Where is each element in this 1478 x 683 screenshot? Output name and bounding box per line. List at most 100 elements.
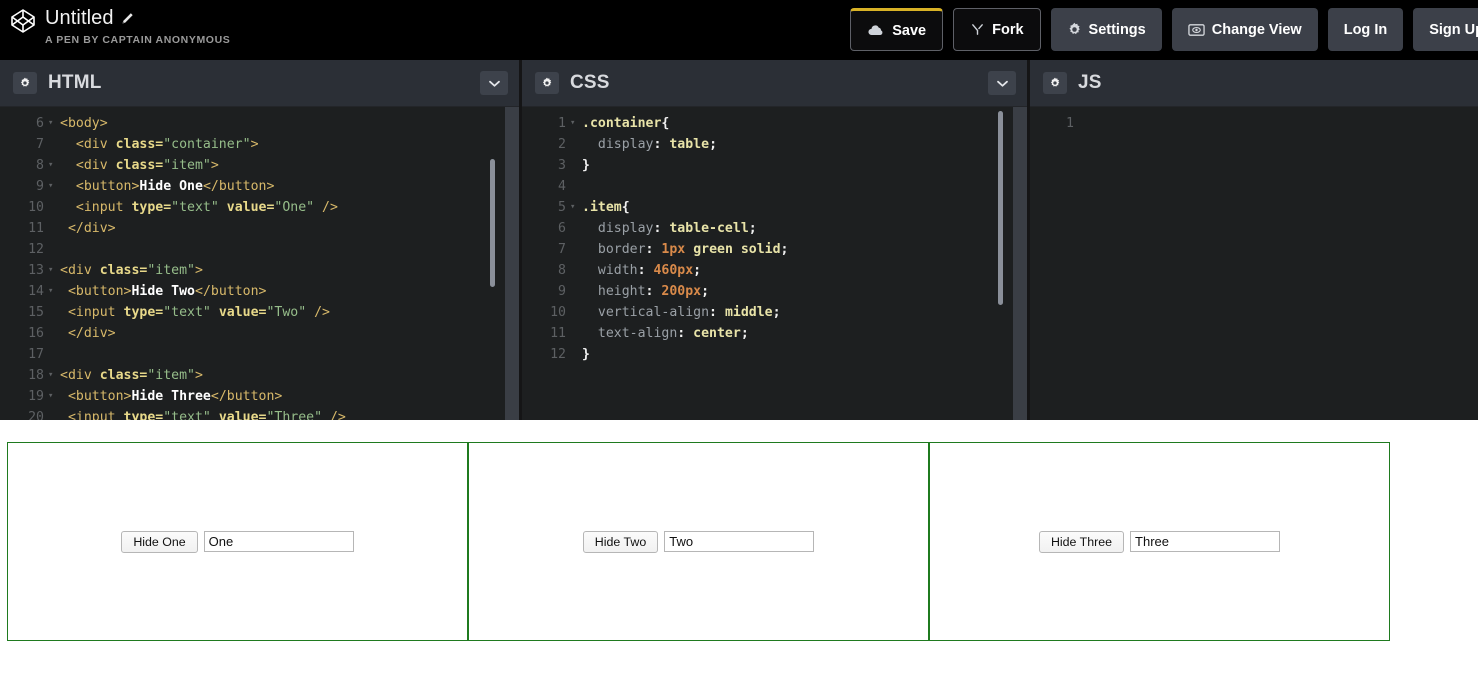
fold-marker-icon (48, 344, 60, 365)
code-line: 6 display: table-cell; (522, 218, 1027, 239)
fold-marker-icon (570, 176, 582, 197)
line-number: 20 (28, 410, 44, 420)
code-text: </div> (60, 326, 116, 341)
fold-marker-icon[interactable]: ▾ (570, 197, 582, 218)
pencil-icon[interactable] (121, 12, 134, 25)
line-number: 10 (28, 200, 44, 215)
fold-marker-icon[interactable]: ▾ (570, 113, 582, 134)
eye-box-icon (1188, 23, 1205, 37)
scrollbar-thumb-html[interactable] (490, 159, 495, 287)
text-input[interactable] (203, 530, 354, 552)
line-number: 11 (28, 221, 44, 236)
fold-marker-icon[interactable]: ▾ (48, 155, 60, 176)
chevron-down-icon[interactable] (988, 71, 1016, 95)
pane-title-js: JS (1078, 72, 1102, 93)
line-number: 3 (558, 158, 566, 173)
code-text: } (582, 158, 590, 173)
fork-button[interactable]: Fork (953, 8, 1041, 51)
fold-marker-icon (1078, 113, 1090, 134)
sign-up-button[interactable]: Sign Up (1413, 8, 1478, 51)
fold-marker-icon (48, 407, 60, 420)
code-line: 11 text-align: center; (522, 323, 1027, 344)
pane-title-html: HTML (48, 72, 102, 93)
line-number: 12 (550, 347, 566, 362)
change-view-button[interactable]: Change View (1171, 8, 1318, 51)
code-line: 7 border: 1px green solid; (522, 239, 1027, 260)
fold-marker-icon (570, 155, 582, 176)
text-input[interactable] (664, 530, 815, 552)
code-text: <input type="text" value="One" /> (60, 200, 338, 215)
gear-icon[interactable] (1043, 72, 1067, 94)
pane-header-css: CSS (522, 60, 1027, 107)
fold-marker-icon[interactable]: ▾ (48, 260, 60, 281)
scrollbar-thumb-css[interactable] (998, 111, 1003, 305)
save-button-label: Save (892, 22, 927, 39)
code-line: 8 width: 460px; (522, 260, 1027, 281)
code-text: text-align: center; (582, 326, 749, 341)
fold-marker-icon (570, 302, 582, 323)
code-text: <input type="text" value="Three" /> (60, 410, 346, 420)
topbar-actions: Save Fork Settings Change View Log In Si… (850, 0, 1478, 51)
code-line: 2 display: table; (522, 134, 1027, 155)
save-button[interactable]: Save (850, 8, 944, 51)
settings-button-label: Settings (1088, 21, 1146, 38)
fold-marker-icon (48, 218, 60, 239)
fold-marker-icon[interactable]: ▾ (48, 113, 60, 134)
code-line: 1 (1030, 113, 1478, 134)
code-text: .item{ (582, 200, 630, 215)
fold-marker-icon[interactable]: ▾ (48, 386, 60, 407)
gear-icon[interactable] (535, 72, 559, 94)
line-number: 16 (28, 326, 44, 341)
code-text: width: 460px; (582, 263, 702, 278)
pane-title-css: CSS (570, 72, 610, 93)
line-number: 18 (28, 368, 44, 383)
pane-js: JS 1 (1030, 60, 1478, 420)
hide-button[interactable]: Hide Two (582, 530, 659, 553)
code-text: } (582, 347, 590, 362)
code-text: <div class="item"> (60, 263, 203, 278)
preview-item: Hide Three (929, 442, 1390, 641)
line-number: 2 (558, 137, 566, 152)
line-number: 8 (36, 158, 44, 173)
line-number: 6 (558, 221, 566, 236)
fold-marker-icon[interactable]: ▾ (48, 176, 60, 197)
gear-icon[interactable] (13, 72, 37, 94)
log-in-button[interactable]: Log In (1327, 8, 1404, 51)
codepen-logo-icon[interactable] (10, 8, 36, 34)
line-number: 9 (36, 179, 44, 194)
code-editor-js[interactable]: 1 (1030, 107, 1478, 420)
fold-marker-icon (48, 323, 60, 344)
text-input[interactable] (1130, 530, 1281, 552)
code-line: 16 </div> (0, 323, 519, 344)
code-editor-html[interactable]: 6 ▾ <body> 7 <div class="container"> 8 ▾ <div… (0, 107, 519, 420)
code-line: 12 (0, 239, 519, 260)
hide-button[interactable]: Hide One (121, 530, 198, 553)
hide-button[interactable]: Hide Three (1038, 530, 1125, 553)
fold-marker-icon (48, 197, 60, 218)
code-text: <button>Hide Two</button> (60, 284, 267, 299)
line-number: 11 (550, 326, 566, 341)
preview-pane: Hide One Hide Two Hide Three (0, 420, 1478, 683)
sign-up-button-label: Sign Up (1429, 21, 1478, 38)
code-line: 9 ▾ <button>Hide One</button> (0, 176, 519, 197)
code-line: 8 ▾ <div class="item"> (0, 155, 519, 176)
code-text: vertical-align: middle; (582, 305, 781, 320)
scroll-gutter-html[interactable] (505, 107, 519, 420)
chevron-down-icon[interactable] (480, 71, 508, 95)
code-line: 14 ▾ <button>Hide Two</button> (0, 281, 519, 302)
code-text: border: 1px green solid; (582, 242, 789, 257)
code-text: </div> (60, 221, 116, 236)
scroll-gutter-css[interactable] (1013, 107, 1027, 420)
code-text: <button>Hide Three</button> (60, 389, 283, 404)
fold-marker-icon[interactable]: ▾ (48, 281, 60, 302)
code-text: display: table; (582, 137, 718, 152)
fold-marker-icon (48, 239, 60, 260)
line-number: 4 (558, 179, 566, 194)
code-editor-css[interactable]: 1 ▾ .container{2 display: table; 3} 4 5 ▾ .item… (522, 107, 1027, 420)
preview-container: Hide One Hide Two Hide Three (7, 442, 1390, 641)
code-line: 13 ▾ <div class="item"> (0, 260, 519, 281)
fold-marker-icon[interactable]: ▾ (48, 365, 60, 386)
settings-button[interactable]: Settings (1050, 8, 1162, 51)
line-number: 19 (28, 389, 44, 404)
pen-brand: Untitled A PEN BY CAPTAIN ANONYMOUS (0, 0, 230, 46)
